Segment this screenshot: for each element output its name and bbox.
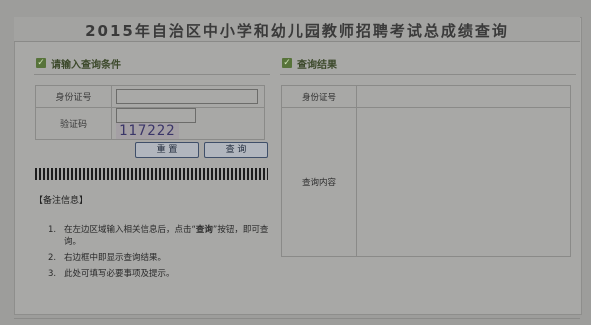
- checkbox-icon: ✓: [282, 58, 292, 68]
- result-section-heading: ✓ 查询结果: [282, 56, 337, 71]
- result-content-value: [356, 107, 571, 257]
- result-content-label: 查询内容: [281, 107, 357, 257]
- query-button[interactable]: 查 询: [204, 142, 268, 158]
- checkbox-icon: ✓: [36, 58, 46, 68]
- query-form: 身份证号 验证码 117222: [35, 85, 265, 140]
- captcha-label: 验证码: [35, 107, 112, 140]
- notice-title: 【备注信息】: [34, 196, 89, 206]
- result-row-id: 身份证号: [281, 85, 571, 108]
- result-row-content: 查询内容: [281, 107, 571, 257]
- query-section-heading: ✓ 请输入查询条件: [36, 56, 121, 71]
- captcha-image[interactable]: 117222: [116, 123, 179, 139]
- notice-item: 3. 此处可填写必要事项及提示。: [48, 269, 175, 279]
- form-row-captcha: 验证码 117222: [35, 107, 265, 140]
- reset-button[interactable]: 重 置: [135, 142, 199, 158]
- result-table: 身份证号 查询内容: [281, 85, 571, 257]
- query-section-divider: [34, 74, 270, 75]
- notice-item: 2. 右边框中即显示查询结果。: [48, 253, 167, 263]
- result-id-label: 身份证号: [281, 85, 357, 108]
- captcha-input[interactable]: [116, 108, 196, 123]
- query-section-label: 请输入查询条件: [51, 59, 121, 71]
- id-number-input[interactable]: [116, 89, 258, 104]
- barcode-divider: [35, 168, 268, 180]
- result-section-divider: [280, 74, 576, 75]
- footer-divider: [14, 318, 580, 319]
- page-title: 2015年自治区中小学和幼儿园教师招聘考试总成绩查询: [85, 22, 509, 40]
- result-section-label: 查询结果: [297, 59, 337, 71]
- result-id-value: [356, 85, 571, 108]
- notice-item: 1. 在左边区域输入相关信息后，点击“查询”按钮，即可查询。: [48, 225, 269, 247]
- notice-list: 1. 在左边区域输入相关信息后，点击“查询”按钮，即可查询。 2. 右边框中即显…: [48, 224, 278, 284]
- form-row-id: 身份证号: [35, 85, 265, 108]
- title-bar: 2015年自治区中小学和幼儿园教师招聘考试总成绩查询: [14, 17, 580, 42]
- id-number-label: 身份证号: [35, 85, 112, 108]
